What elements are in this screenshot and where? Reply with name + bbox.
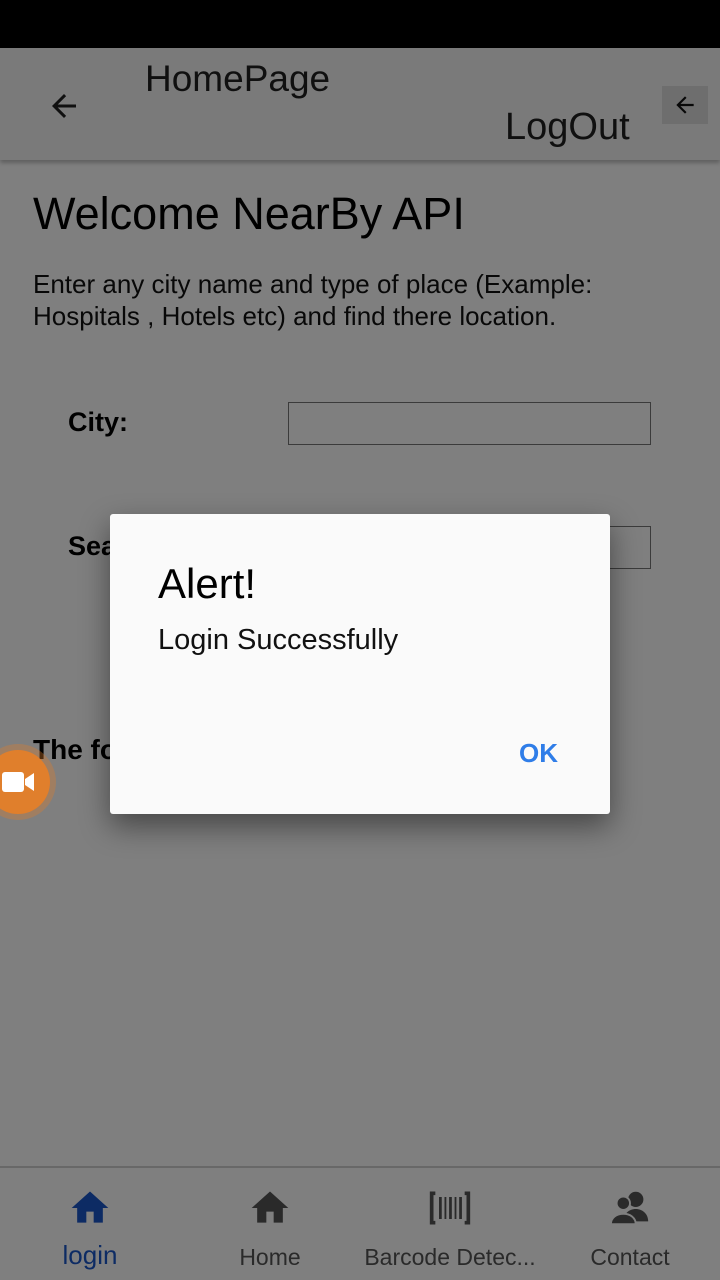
- screen: HomePage LogOut Welcome NearBy API Enter…: [0, 0, 720, 1280]
- video-camera-icon: [2, 772, 34, 792]
- dialog-message: Login Successfully: [158, 624, 399, 656]
- ok-button[interactable]: OK: [519, 738, 558, 769]
- dialog-title: Alert!: [158, 560, 257, 607]
- alert-dialog: Alert! Login Successfully OK: [110, 514, 610, 814]
